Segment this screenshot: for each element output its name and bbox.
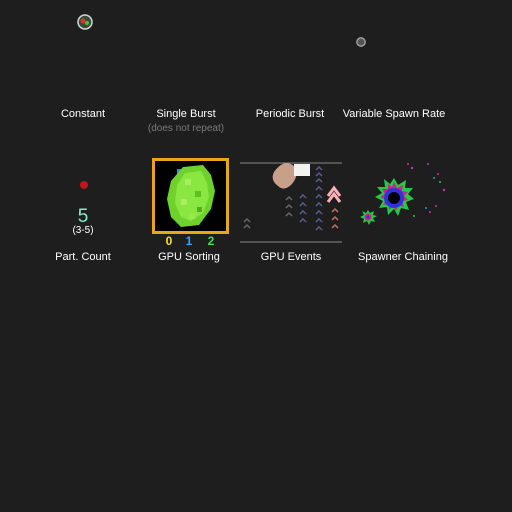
single-burst-note: (does not repeat) <box>147 123 225 134</box>
spawner-chaining-label: Spawner Chaining <box>358 251 448 263</box>
periodic-burst-particle-icon <box>356 37 366 47</box>
part-count-value: 5 <box>77 206 89 227</box>
sort-index-2: 2 <box>207 234 215 248</box>
constant-label: Constant <box>60 108 106 120</box>
gpu-sorting-label: GPU Sorting <box>158 251 220 263</box>
periodic-burst-label: Periodic Burst <box>255 108 325 120</box>
constant-particle-icon <box>77 14 93 30</box>
sort-index-1: 1 <box>185 234 193 248</box>
sorted-particles-icon <box>167 165 215 227</box>
gpu-events-visual <box>240 162 342 243</box>
gpu-events-label: GPU Events <box>260 251 322 263</box>
variable-spawn-rate-label: Variable Spawn Rate <box>342 108 446 120</box>
part-count-particle-icon <box>80 181 88 189</box>
single-burst-label: Single Burst <box>156 108 216 120</box>
part-count-label: Part. Count <box>55 251 111 263</box>
gpu-sorting-frame <box>152 158 229 234</box>
part-count-range: (3-5) <box>72 225 94 236</box>
spawner-chaining-visual <box>360 163 446 225</box>
sort-index-0: 0 <box>165 234 173 248</box>
